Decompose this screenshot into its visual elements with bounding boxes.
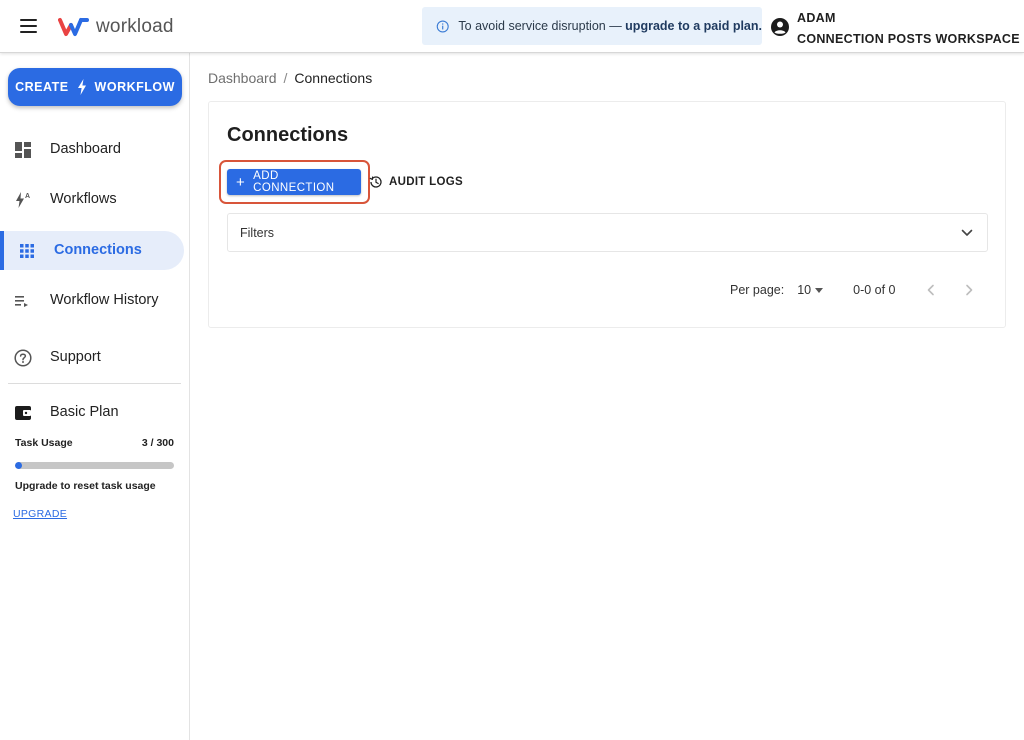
audit-logs-label: AUDIT LOGS xyxy=(389,176,463,188)
task-usage-label: Task Usage xyxy=(15,437,73,449)
info-icon xyxy=(436,20,449,32)
per-page-select[interactable]: 10 xyxy=(797,283,824,297)
wallet-icon xyxy=(15,406,31,420)
add-connection-button[interactable]: + ADD CONNECTION xyxy=(227,169,361,195)
sidebar-item-connections[interactable]: Connections xyxy=(0,231,184,270)
sidebar: CREATE WORKFLOW Dashboard A Workflows Co… xyxy=(0,53,190,740)
breadcrumb: Dashboard / Connections xyxy=(208,70,372,86)
task-usage-progress xyxy=(15,462,174,469)
sidebar-item-label: Connections xyxy=(54,242,142,258)
account-circle-icon xyxy=(771,18,789,36)
per-page-label: Per page: xyxy=(730,283,785,297)
filters-accordion[interactable]: Filters xyxy=(227,213,988,252)
sidebar-divider xyxy=(8,383,181,384)
add-connection-label: ADD CONNECTION xyxy=(253,170,335,194)
breadcrumb-dashboard[interactable]: Dashboard xyxy=(208,70,277,86)
help-icon xyxy=(14,349,32,367)
account-details: ADAM CONNECTION POSTS WORKSPACE xyxy=(797,8,1020,50)
account-workspace: CONNECTION POSTS WORKSPACE xyxy=(797,32,1020,46)
app-logo[interactable]: workload xyxy=(58,15,174,39)
caret-down-icon xyxy=(815,287,824,293)
chevron-left-icon[interactable] xyxy=(924,283,938,297)
page-title: Connections xyxy=(227,124,349,146)
apps-grid-icon xyxy=(20,244,34,258)
workload-logo-icon xyxy=(58,18,89,36)
create-workflow-button[interactable]: CREATE WORKFLOW xyxy=(8,68,182,106)
task-usage-value: 3 / 300 xyxy=(141,437,174,449)
upgrade-link[interactable]: UPGRADE xyxy=(13,508,67,520)
top-header: workload To avoid service disruption — u… xyxy=(0,0,1024,53)
plan-name: Basic Plan xyxy=(50,404,119,420)
bolt-icon xyxy=(77,79,86,95)
workflows-icon: A xyxy=(16,192,30,208)
history-list-icon xyxy=(15,296,28,307)
sidebar-item-label: Workflows xyxy=(50,191,117,207)
upgrade-banner: To avoid service disruption — upgrade to… xyxy=(422,7,762,45)
sidebar-item-label: Support xyxy=(50,349,101,365)
svg-text:A: A xyxy=(25,193,30,200)
connections-card: Connections + ADD CONNECTION AUDIT LOGS … xyxy=(208,101,1006,328)
page-range: 0-0 of 0 xyxy=(853,283,896,297)
banner-message: To avoid service disruption — upgrade to… xyxy=(458,19,762,33)
per-page-value: 10 xyxy=(797,283,812,297)
sidebar-item-workflow-history[interactable]: Workflow History xyxy=(0,281,184,320)
breadcrumb-current: Connections xyxy=(294,70,373,86)
menu-icon[interactable] xyxy=(20,19,37,33)
chevron-down-icon xyxy=(961,229,973,236)
account-menu[interactable]: ADAM CONNECTION POSTS WORKSPACE xyxy=(770,8,1020,50)
filters-label: Filters xyxy=(240,225,275,240)
create-label: CREATE xyxy=(15,80,69,94)
sidebar-item-support[interactable]: Support xyxy=(0,338,184,377)
dashboard-icon xyxy=(15,142,31,158)
plus-icon: + xyxy=(236,173,246,191)
account-user: ADAM xyxy=(797,11,836,25)
sidebar-item-label: Dashboard xyxy=(50,141,121,157)
audit-logs-button[interactable]: AUDIT LOGS xyxy=(369,172,463,192)
task-usage-progress-fill xyxy=(15,462,22,469)
breadcrumb-separator: / xyxy=(283,70,288,86)
sidebar-item-label: Workflow History xyxy=(50,292,159,308)
pagination: Per page: 10 0-0 of 0 xyxy=(730,282,976,298)
upgrade-plan-link[interactable]: upgrade to a paid plan. xyxy=(625,19,762,33)
sidebar-item-workflows[interactable]: A Workflows xyxy=(0,180,184,219)
sidebar-item-dashboard[interactable]: Dashboard xyxy=(0,130,184,169)
history-icon xyxy=(369,176,382,188)
chevron-right-icon[interactable] xyxy=(962,283,976,297)
logo-text: workload xyxy=(96,16,174,37)
usage-note: Upgrade to reset task usage xyxy=(15,480,156,492)
workflow-label: WORKFLOW xyxy=(94,80,175,94)
